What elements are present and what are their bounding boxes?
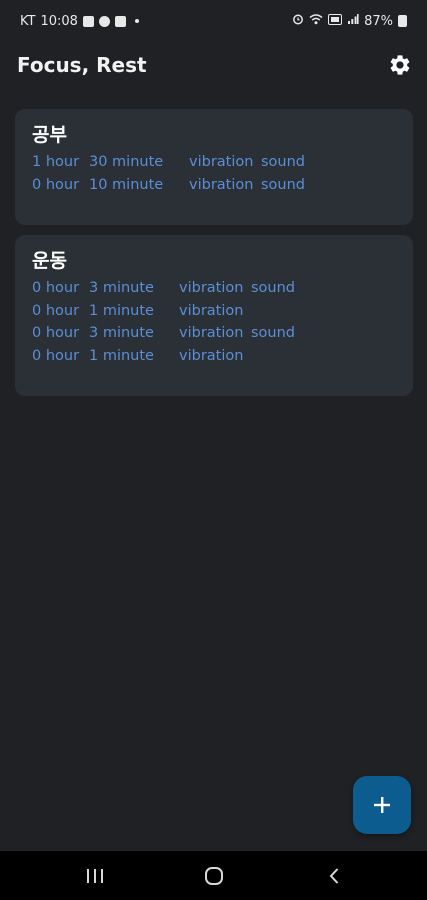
routine-entry: 1 hour 30 minute vibration sound [32, 151, 397, 174]
home-button[interactable] [184, 851, 244, 900]
entry-minutes: 3 minute [89, 325, 154, 342]
routine-entry: 0 hour 3 minute vibration sound [32, 322, 397, 345]
entry-vibration: vibration [179, 302, 244, 319]
wifi-icon [309, 13, 323, 29]
system-nav-bar [0, 851, 427, 900]
entry-vibration: vibration [179, 348, 244, 365]
entry-sound: sound [261, 154, 306, 170]
status-bar: KT 10:08 87% [0, 0, 427, 42]
volte-icon [328, 13, 343, 29]
add-routine-button[interactable] [353, 776, 411, 834]
calendar-icon [114, 15, 126, 27]
routine-entry: 0 hour 1 minute vibration [32, 345, 397, 368]
entry-vibration: vibration [179, 280, 244, 296]
recents-button[interactable] [65, 851, 125, 900]
signal-icon [347, 13, 359, 29]
entry-hours: 0 hour [32, 348, 80, 365]
alarm-icon [292, 13, 304, 29]
entry-vibration: vibration [189, 176, 254, 193]
clock: 10:08 [40, 13, 78, 29]
entry-sound: sound [251, 325, 296, 342]
routine-entry: 0 hour 1 minute vibration [32, 300, 397, 323]
gear-icon [390, 55, 410, 75]
entry-hours: 0 hour [32, 325, 80, 342]
chat-icon [98, 15, 110, 27]
entry-hours: 0 hour [32, 280, 80, 296]
entry-minutes: 3 minute [89, 280, 154, 296]
home-icon [205, 866, 223, 885]
gallery-icon [82, 15, 94, 27]
entry-vibration: vibration [179, 325, 244, 342]
entry-minutes: 1 minute [89, 302, 154, 319]
recents-icon [87, 868, 103, 883]
routine-card[interactable]: 공부 1 hour 30 minute vibration sound 0 ho… [15, 109, 413, 225]
status-left: KT 10:08 [20, 14, 139, 29]
page-title: Focus, Rest [17, 53, 147, 77]
app-header: Focus, Rest [0, 42, 427, 88]
entry-minutes: 1 minute [89, 348, 154, 365]
routine-title: 운동 [32, 250, 67, 272]
carrier-label: KT [20, 13, 36, 29]
entry-hours: 0 hour [32, 302, 80, 319]
plus-icon [374, 797, 390, 813]
settings-button[interactable] [387, 52, 413, 78]
entry-hours: 1 hour [32, 154, 80, 170]
routine-entry: 0 hour 10 minute vibration sound [32, 174, 397, 197]
entry-minutes: 10 minute [89, 176, 164, 193]
back-button[interactable] [304, 851, 364, 900]
battery-percent: 87% [364, 13, 393, 29]
routine-title: 공부 [32, 124, 67, 146]
entry-minutes: 30 minute [89, 154, 164, 170]
back-icon [329, 867, 339, 884]
entry-sound: sound [251, 280, 296, 296]
routine-entry: 0 hour 3 minute vibration sound [32, 277, 397, 300]
entry-vibration: vibration [189, 154, 254, 170]
notification-dot-icon [134, 19, 139, 23]
battery-icon [398, 15, 407, 27]
status-right: 87% [292, 13, 407, 29]
routine-card[interactable]: 운동 0 hour 3 minute vibration sound 0 hou… [15, 235, 413, 396]
entry-sound: sound [261, 176, 306, 193]
entry-hours: 0 hour [32, 176, 80, 193]
